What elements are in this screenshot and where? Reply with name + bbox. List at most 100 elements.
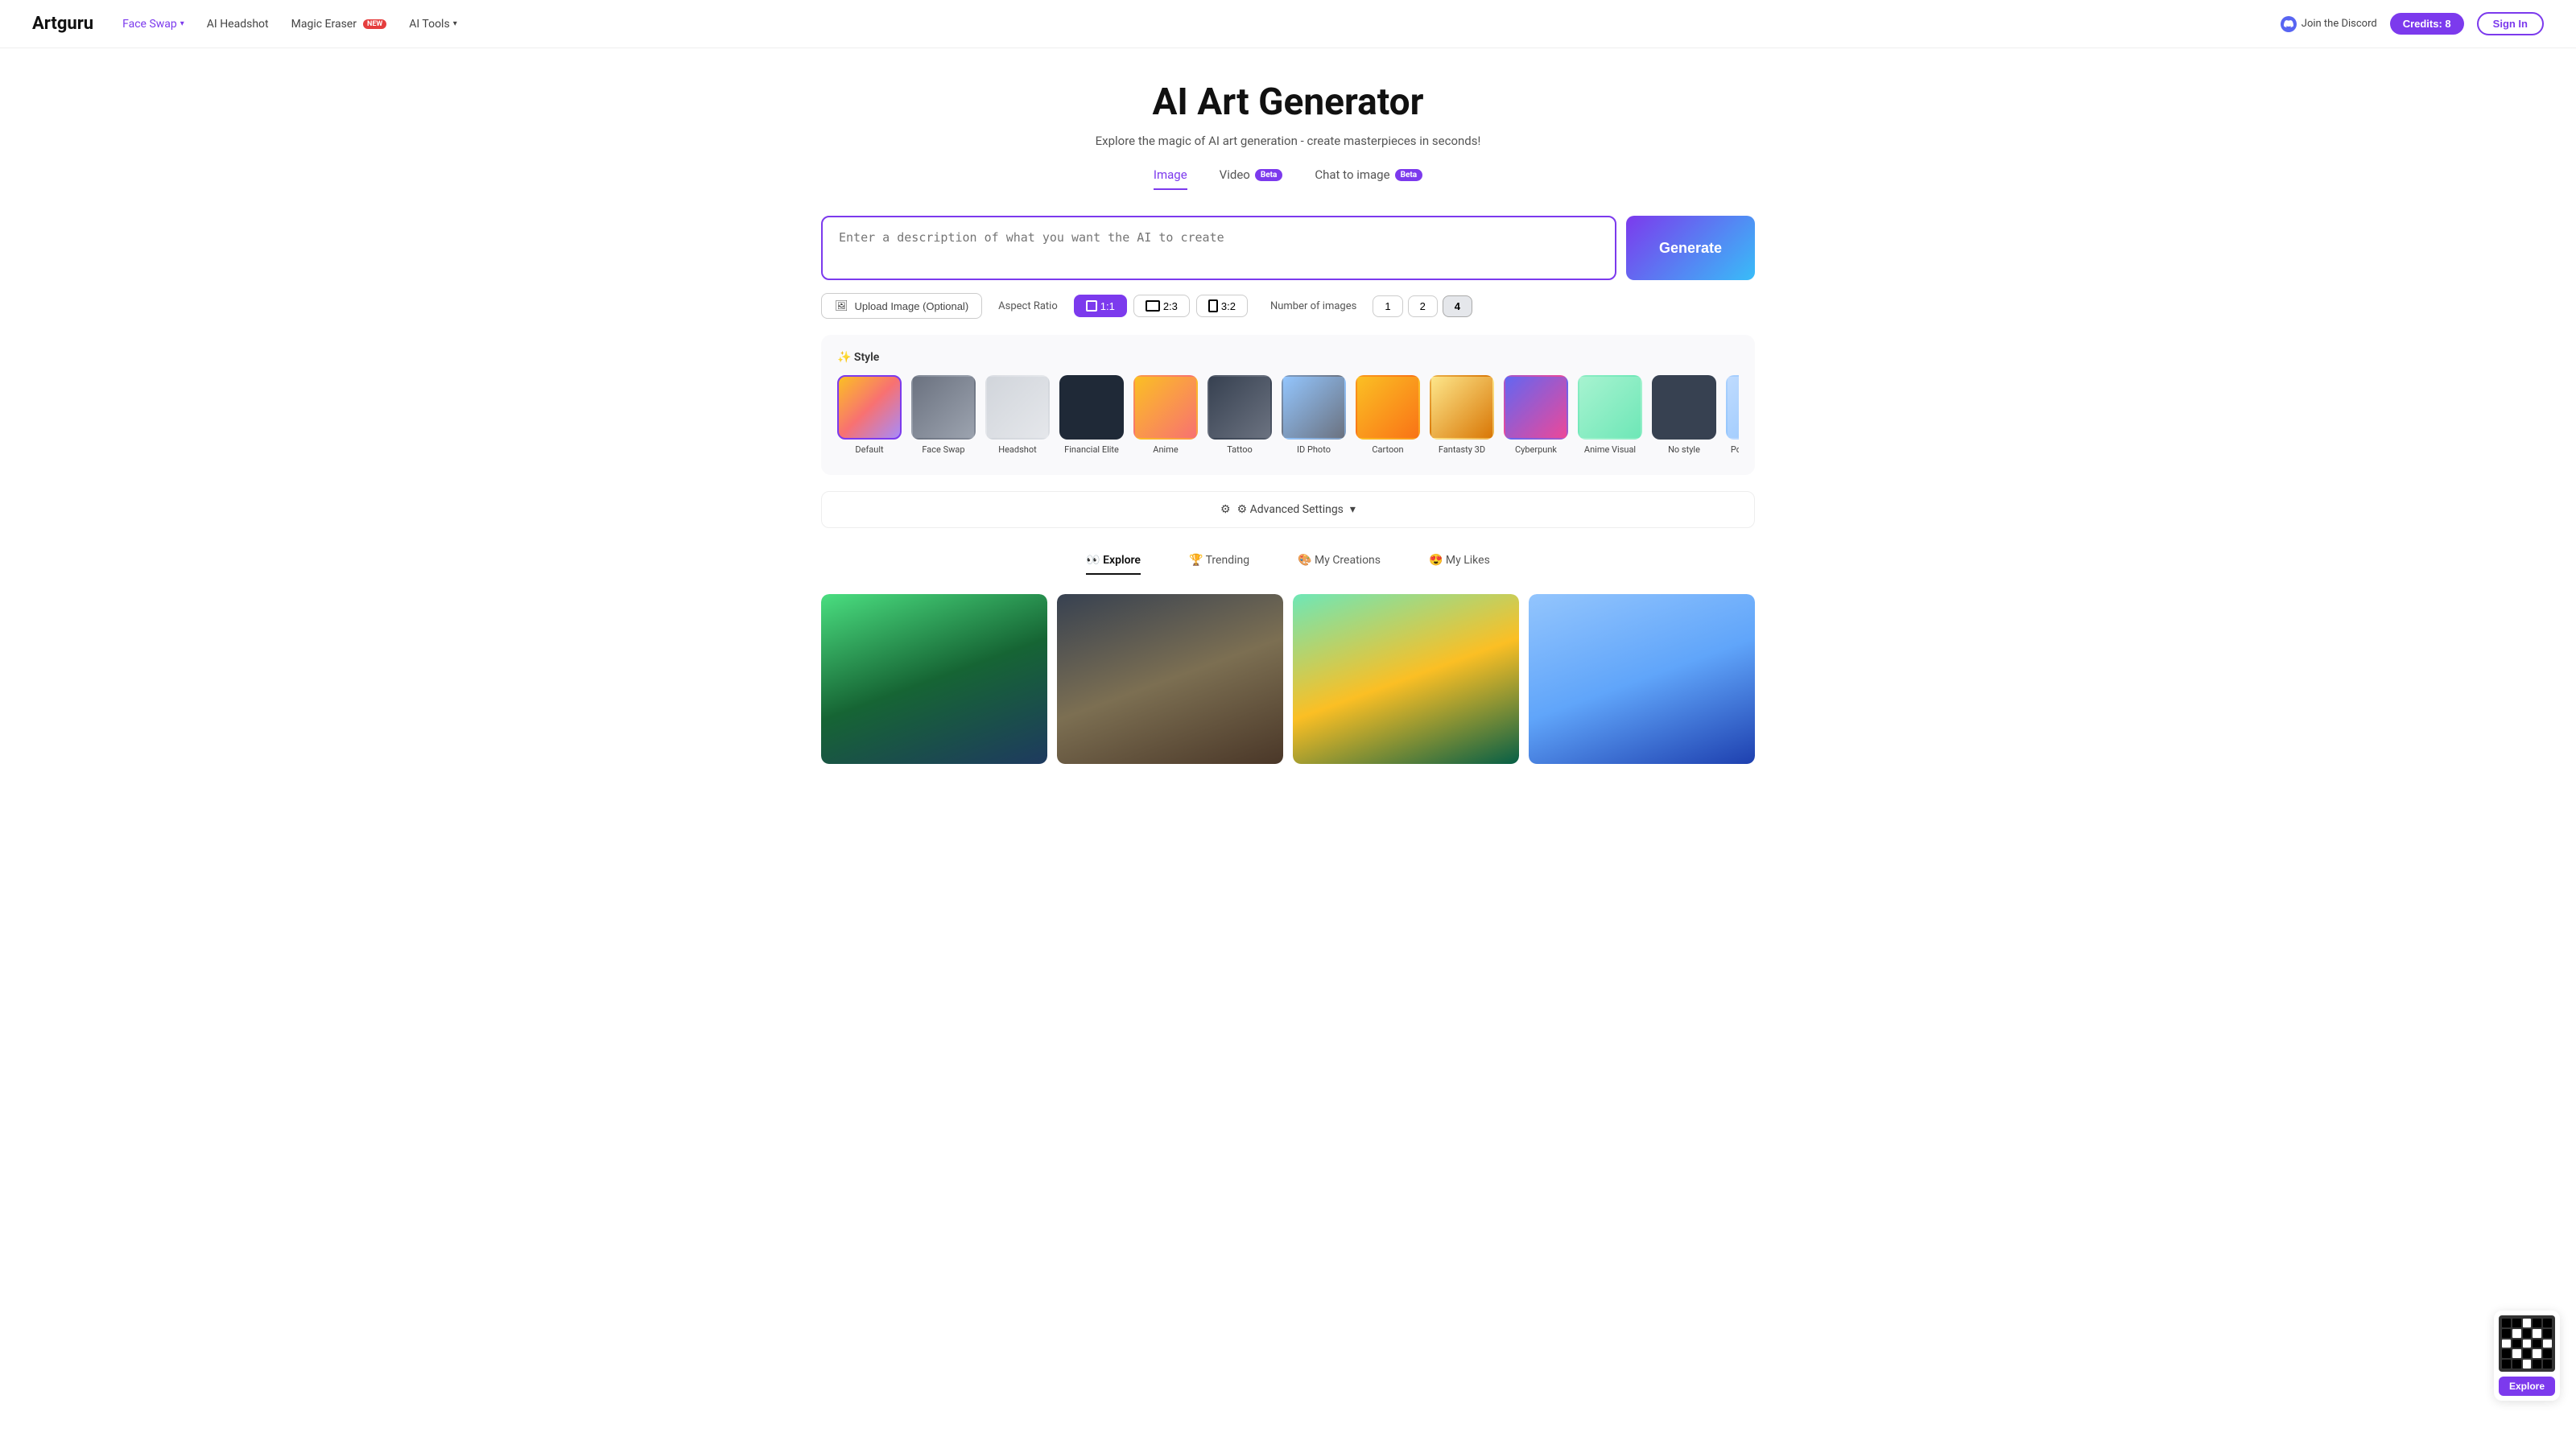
style-thumb <box>911 375 976 440</box>
tab-image[interactable]: Image <box>1154 167 1187 190</box>
style-label: Cyberpunk <box>1515 444 1557 456</box>
navbar: Artguru Face Swap ▾ AI Headshot Magic Er… <box>0 0 2576 48</box>
nav-item-magiceraser[interactable]: Magic Eraser NEW <box>291 18 387 31</box>
nav-item-headshot[interactable]: AI Headshot <box>207 18 269 31</box>
signin-button[interactable]: Sign In <box>2477 12 2544 35</box>
style-section: ✨ Style Default Face Swap Headshot Finan… <box>821 335 1755 475</box>
nav-right: Join the Discord Credits: 8 Sign In <box>2281 12 2544 35</box>
prompt-input[interactable] <box>821 216 1616 280</box>
style-item[interactable]: Default <box>837 375 902 456</box>
style-item[interactable]: Financial Elite <box>1059 375 1124 456</box>
prompt-row: Generate <box>821 216 1755 280</box>
tab-trending[interactable]: 🏆 Trending <box>1189 554 1249 575</box>
num-4[interactable]: 4 <box>1443 295 1472 317</box>
style-label: Portrait Of Art <box>1731 444 1739 456</box>
style-thumb <box>1652 375 1716 440</box>
aspect-2-3[interactable]: 2:3 <box>1133 295 1190 317</box>
page-title: AI Art Generator <box>821 80 1755 124</box>
style-thumb <box>1133 375 1198 440</box>
gallery-item[interactable] <box>1293 594 1519 764</box>
style-item[interactable]: No style <box>1652 375 1716 456</box>
num-2[interactable]: 2 <box>1408 295 1438 317</box>
qr-corner: Explore <box>2494 1311 2560 1401</box>
style-item[interactable]: Cartoon <box>1356 375 1420 456</box>
num-1[interactable]: 1 <box>1373 295 1402 317</box>
credits-button[interactable]: Credits: 8 <box>2390 13 2464 35</box>
style-label: Default <box>855 444 883 456</box>
generate-button[interactable]: Generate <box>1626 216 1755 280</box>
chat-beta-badge: Beta <box>1395 169 1423 181</box>
style-item[interactable]: Face Swap <box>911 375 976 456</box>
tab-my-likes[interactable]: 😍 My Likes <box>1429 554 1490 575</box>
discord-link[interactable]: Join the Discord <box>2281 16 2377 32</box>
portrait-icon <box>1208 299 1218 312</box>
chevron-down-icon-2: ▾ <box>453 19 457 28</box>
aspect-3-2[interactable]: 3:2 <box>1196 295 1248 317</box>
style-label: Face Swap <box>922 444 964 456</box>
style-item[interactable]: Anime Visual <box>1578 375 1642 456</box>
explore-corner-button[interactable]: Explore <box>2499 1377 2555 1396</box>
style-label: No style <box>1668 444 1700 456</box>
style-item[interactable]: Portrait Of Art <box>1726 375 1739 456</box>
style-item[interactable]: Anime <box>1133 375 1198 456</box>
style-label: Headshot <box>998 444 1036 456</box>
num-images-label: Number of images <box>1270 300 1356 312</box>
tab-video[interactable]: Video Beta <box>1220 167 1283 190</box>
discord-icon <box>2281 16 2297 32</box>
options-row: 🖼 Upload Image (Optional) Aspect Ratio 1… <box>821 293 1755 319</box>
style-label: Cartoon <box>1372 444 1403 456</box>
style-thumb <box>1356 375 1420 440</box>
num-image-options: 1 2 4 <box>1373 295 1472 317</box>
hero-section: AI Art Generator Explore the magic of AI… <box>821 80 1755 190</box>
tab-my-creations[interactable]: 🎨 My Creations <box>1298 554 1381 575</box>
main-content: AI Art Generator Explore the magic of AI… <box>805 48 1771 812</box>
style-thumb <box>985 375 1050 440</box>
gallery-item[interactable] <box>1529 594 1755 764</box>
style-thumb <box>1282 375 1346 440</box>
hero-subtitle: Explore the magic of AI art generation -… <box>821 134 1755 148</box>
style-label: Financial Elite <box>1064 444 1119 456</box>
upload-icon: 🖼 <box>835 299 848 312</box>
explore-tabs: 👀 Explore 🏆 Trending 🎨 My Creations 😍 My… <box>821 554 1755 575</box>
style-thumb <box>1059 375 1124 440</box>
upload-image-button[interactable]: 🖼 Upload Image (Optional) <box>821 293 982 319</box>
nav-item-aitools[interactable]: AI Tools ▾ <box>409 18 456 31</box>
style-item[interactable]: ID Photo <box>1282 375 1346 456</box>
chevron-down-icon: ▾ <box>180 19 184 28</box>
style-header: ✨ Style <box>837 351 1739 364</box>
aspect-ratio-label: Aspect Ratio <box>998 300 1058 312</box>
tab-explore[interactable]: 👀 Explore <box>1086 554 1141 575</box>
style-thumb <box>1504 375 1568 440</box>
advanced-settings[interactable]: ⚙ ⚙ Advanced Settings ▾ <box>821 491 1755 528</box>
style-item[interactable]: Cyberpunk <box>1504 375 1568 456</box>
style-label: ID Photo <box>1297 444 1331 456</box>
style-thumb <box>1578 375 1642 440</box>
chevron-down-icon-advanced: ▾ <box>1350 503 1356 516</box>
gallery <box>821 594 1755 764</box>
gear-icon: ⚙ <box>1220 503 1231 516</box>
aspect-1-1[interactable]: 1:1 <box>1074 295 1127 317</box>
style-item[interactable]: Headshot <box>985 375 1050 456</box>
style-item[interactable]: Fantasty 3D <box>1430 375 1494 456</box>
qr-code <box>2499 1315 2555 1372</box>
style-label: Tattoo <box>1227 444 1253 456</box>
style-thumb <box>1726 375 1739 440</box>
square-icon <box>1086 300 1097 312</box>
style-label: Anime Visual <box>1584 444 1636 456</box>
logo: Artguru <box>32 14 93 34</box>
nav-item-faceswap[interactable]: Face Swap ▾ <box>122 18 184 31</box>
gallery-item[interactable] <box>821 594 1047 764</box>
style-thumb <box>1208 375 1272 440</box>
nav-links: Face Swap ▾ AI Headshot Magic Eraser NEW… <box>122 18 2281 31</box>
new-badge: NEW <box>363 19 386 29</box>
tab-chat-to-image[interactable]: Chat to image Beta <box>1315 167 1422 190</box>
style-thumb <box>837 375 902 440</box>
style-label: Fantasty 3D <box>1439 444 1485 456</box>
gallery-item[interactable] <box>1057 594 1283 764</box>
aspect-ratio-options: 1:1 2:3 3:2 <box>1074 295 1248 317</box>
discord-label: Join the Discord <box>2301 18 2377 30</box>
style-item[interactable]: Tattoo <box>1208 375 1272 456</box>
style-thumb <box>1430 375 1494 440</box>
mode-tabs: Image Video Beta Chat to image Beta <box>821 167 1755 190</box>
style-label: Anime <box>1153 444 1178 456</box>
